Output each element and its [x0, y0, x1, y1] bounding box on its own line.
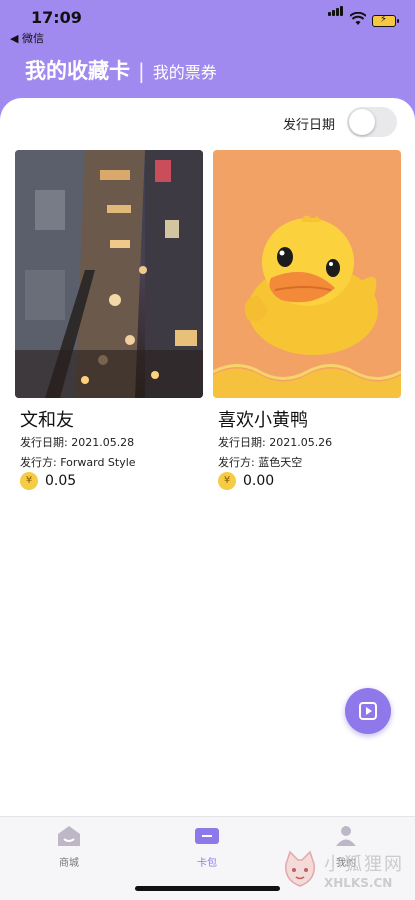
watermark-text-en: XHLKS.CN [324, 876, 393, 890]
tab-my-tickets[interactable]: 我的票券 [153, 59, 217, 83]
sort-by-date-label: 发行日期 [282, 118, 335, 133]
card-title: 文和友 [20, 410, 74, 431]
collection-card[interactable]: 文和友 发行日期: 2021.05.28 发行方: Forward Style … [15, 150, 203, 490]
site-watermark: 小狐狸网 XHLKS.CN [282, 850, 415, 898]
fox-logo-icon [285, 850, 315, 887]
status-bar: 17:09 ◀ 微信 ⚡ [0, 0, 415, 45]
play-icon [359, 702, 377, 720]
battery-icon: ⚡ [372, 14, 399, 27]
status-time: 17:09 [31, 8, 82, 27]
tab-label: 卡包 [197, 858, 217, 869]
street-photo [15, 150, 203, 398]
card-image-duck[interactable] [213, 150, 401, 398]
tab-card-wallet[interactable]: 卡包 [177, 825, 237, 869]
tab-shop[interactable]: 商城 [39, 825, 99, 869]
card-wallet-icon [195, 828, 219, 844]
app-screen: 17:09 ◀ 微信 ⚡ 我的收藏卡 | 我的票券 发行日期 文和友 发行日期:… [0, 0, 415, 900]
card-issuer: 发行方: Forward Style [20, 456, 136, 469]
yuan-coin-icon: ¥ [20, 472, 38, 490]
home-indicator [135, 886, 280, 891]
toggle-knob [349, 109, 375, 135]
card-image-street[interactable] [15, 150, 203, 398]
tab-label: 商城 [59, 858, 79, 869]
rubber-duck-illustration [213, 150, 401, 398]
profile-icon [336, 826, 356, 846]
card-price: 0.00 [243, 473, 275, 489]
title-bar: 我的收藏卡 | 我的票券 [25, 55, 217, 85]
watermark-text-cn: 小狐狸网 [324, 854, 404, 875]
shop-icon [58, 826, 80, 846]
card-issue-date: 发行日期: 2021.05.28 [20, 436, 135, 449]
back-to-wechat-link[interactable]: ◀ 微信 [10, 30, 44, 46]
wifi-icon [350, 12, 366, 25]
tab-my-collection-cards[interactable]: 我的收藏卡 [25, 55, 130, 85]
card-title: 喜欢小黄鸭 [218, 410, 308, 431]
card-issuer: 发行方: 蓝色天空 [218, 456, 303, 469]
title-separator: | [138, 59, 145, 83]
card-price: 0.05 [45, 473, 77, 489]
sort-by-date-toggle[interactable] [347, 107, 397, 137]
card-issue-date: 发行日期: 2021.05.26 [218, 436, 333, 449]
play-video-button[interactable] [345, 688, 391, 734]
collection-card[interactable]: 喜欢小黄鸭 发行日期: 2021.05.26 发行方: 蓝色天空 ¥ 0.00 [213, 150, 401, 490]
yuan-coin-icon: ¥ [218, 472, 236, 490]
